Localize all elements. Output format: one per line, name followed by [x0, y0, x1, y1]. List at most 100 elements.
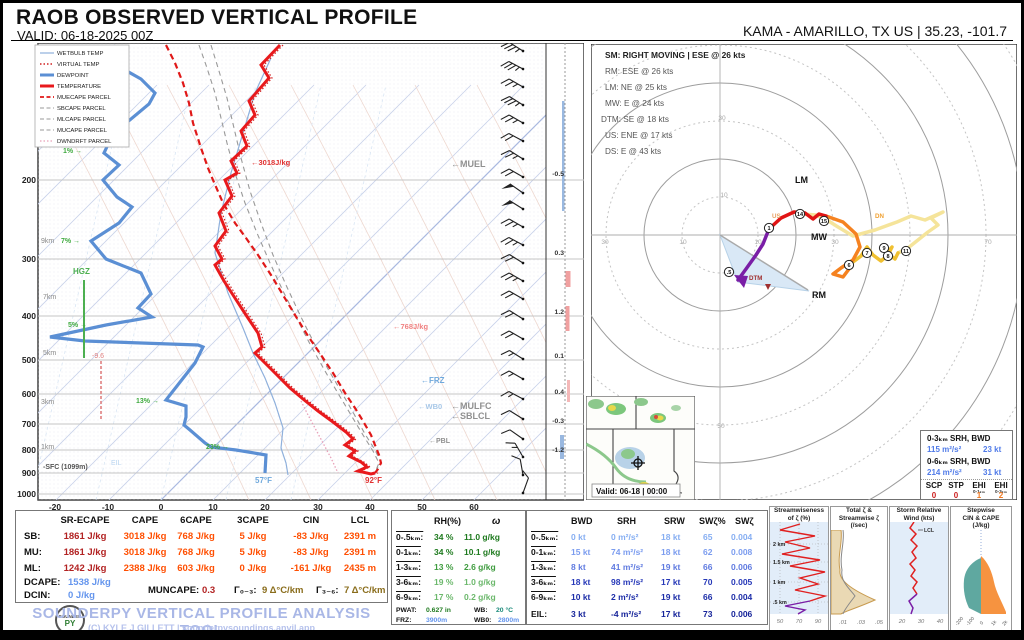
ring-label: 70 — [984, 239, 992, 246]
ml-6cape: 603 J/kg — [168, 563, 224, 574]
legend-item: DEWPOINT — [57, 73, 89, 79]
wb0-value: 2800m — [498, 617, 519, 624]
rh-value: 17 % — [434, 592, 453, 602]
mix-label: 23% → — [206, 444, 229, 451]
srh-value: 74 m²/s² — [611, 547, 643, 557]
marker-7km: 7 — [865, 251, 868, 257]
skewt-panel: 200 300 400 500 600 700 800 900 1000 -20… — [13, 43, 584, 513]
row-label: SB: — [24, 531, 40, 542]
muncape-value: 0.3 — [202, 585, 215, 596]
swz-value: 0.006 — [731, 562, 752, 572]
panel-title: Total ζ & — [831, 507, 887, 515]
pressure-tick: 800 — [22, 445, 36, 455]
layer-label: 6-9ₖₘ: — [396, 592, 421, 603]
ds-info: DS: E @ 43 kts — [605, 147, 661, 156]
streamwiseness-panel: Streamwiseness of ζ (%) 2 km 1.5 km 1 km… — [769, 506, 829, 632]
marker-6km: 6 — [847, 263, 850, 269]
omega-tick: 0.4 — [555, 389, 565, 396]
thermo-table: SR-ECAPE CAPE 6CAPE 3CAPE CIN LCL SB: 18… — [15, 510, 388, 603]
marker-9km: 9 — [882, 246, 885, 252]
x-tick: .03 — [857, 620, 866, 626]
x-tick: -200 — [954, 615, 965, 626]
ml-cape: 2388 J/kg — [116, 563, 174, 574]
us-label: US — [772, 213, 781, 220]
total-vorticity-panel: Total ζ & Streamwise ζ (/sec) .01 .03 .0… — [830, 506, 888, 632]
h-label: .5 km — [773, 600, 787, 606]
row-label: ML: — [24, 563, 41, 574]
omega-tick: -1.2 — [552, 447, 564, 454]
col-header: 3CAPE — [225, 515, 281, 526]
hgz-label: HGZ — [73, 267, 90, 276]
sb-6cape: 768 J/kg — [168, 531, 224, 542]
lapse-3-6-value: 7 Δ°C/km — [344, 585, 385, 596]
x-tick: 40 — [937, 619, 944, 625]
pressure-tick: 300 — [22, 254, 36, 264]
lapse-3-6-label: Γ₃₋₆: — [316, 585, 339, 596]
ehi3-value: 2 — [990, 491, 1012, 500]
w-value: 2.6 g/kg — [464, 562, 496, 572]
mix-label: 7% → — [61, 238, 80, 245]
mu-cin: -83 J/kg — [283, 547, 339, 558]
ml-srecape: 1242 J/kg — [56, 563, 114, 574]
sfc-temp-label: 92°F — [365, 476, 382, 485]
x-tick: 2k — [1001, 618, 1009, 626]
sb-cape: 3018 J/kg — [116, 531, 174, 542]
layer-label: 1-3ₖₘ: — [396, 562, 421, 573]
mix-label: 1% → — [63, 148, 82, 155]
srh-value: 41 m²/s² — [611, 562, 643, 572]
swz-value: 0.004 — [731, 532, 752, 542]
srh06-header: 0-6ₖₘ SRH, BWD — [927, 457, 990, 466]
ml-cin: -161 J/kg — [283, 563, 339, 574]
pressure-tick: 500 — [22, 355, 36, 365]
srw-value: 18 kt — [661, 532, 680, 542]
moisture-table: RH(%) ω 0-.5ₖₘ: 34 % 11.0 g/kg 0-1ₖₘ: 34… — [391, 510, 526, 625]
stepwise-cape-area — [981, 556, 1006, 614]
panel-title2: Streamwise ζ — [831, 515, 887, 523]
height-label: 9km — [41, 238, 54, 245]
bwd-value: 8 kt — [571, 562, 586, 572]
stepwise-cin-area — [964, 558, 981, 614]
dcape-label: DCAPE: — [24, 577, 60, 588]
mw-label: MW — [811, 232, 827, 242]
swz-value: 0.004 — [731, 592, 752, 602]
rm-info: RM: ESE @ 26 kts — [605, 67, 673, 76]
h-label: 1 km — [773, 580, 785, 586]
pressure-tick: 200 — [22, 175, 36, 185]
omega-tick: -0.5 — [552, 171, 564, 178]
bwd-value: 0 kt — [571, 532, 586, 542]
rh-value: 13 % — [434, 562, 453, 572]
pressure-tick: 600 — [22, 389, 36, 399]
mu-6cape: 768 J/kg — [168, 547, 224, 558]
omega-tick: 0.3 — [555, 250, 565, 257]
rotated-ticks: -200 -100 0 1k 2k — [954, 615, 1009, 626]
omega-tick: 0.1 — [555, 353, 565, 360]
pwat-label: PWAT: — [396, 607, 417, 614]
omega-bar-down — [566, 271, 571, 287]
cape-annotation: ←3018J/kg — [251, 158, 291, 167]
stp-value: 0 — [945, 491, 967, 500]
dtm-label: DTM — [749, 275, 762, 282]
stp-header: STP — [945, 481, 967, 490]
ml-lcl: 2435 m — [334, 563, 386, 574]
ring-label: 30 — [601, 239, 609, 246]
wb-label: WB: — [474, 607, 488, 614]
lapse-0-3-value: 9 Δ°C/km — [262, 585, 303, 596]
mu-3cape: 5 J/kg — [225, 547, 281, 558]
legend-item: WETBULB TEMP — [57, 51, 103, 57]
panel-title: Streamwiseness — [770, 507, 828, 515]
layer-label: 0-1ₖₘ: — [396, 547, 421, 558]
dcin-label: DCIN: — [24, 590, 50, 601]
omega-header: ω — [492, 516, 500, 527]
w-value: 10.1 g/kg — [464, 547, 500, 557]
col-header: SR-ECAPE — [56, 515, 114, 526]
layer-label: 1-3ₖₘ: — [531, 562, 556, 573]
dcape-value: 1538 J/kg — [68, 577, 111, 588]
srw-value: 17 kt — [661, 609, 680, 619]
pwat-value: 0.627 in — [426, 607, 451, 614]
swz-value: 0.005 — [731, 577, 752, 587]
swz-value: 0.008 — [731, 547, 752, 557]
legend-item: DWNDRFT PARCEL — [57, 139, 112, 145]
sb-srecape: 1861 J/kg — [56, 531, 114, 542]
ring-label: 50 — [717, 423, 725, 430]
mulfc-label: ←MULFC — [451, 401, 492, 411]
